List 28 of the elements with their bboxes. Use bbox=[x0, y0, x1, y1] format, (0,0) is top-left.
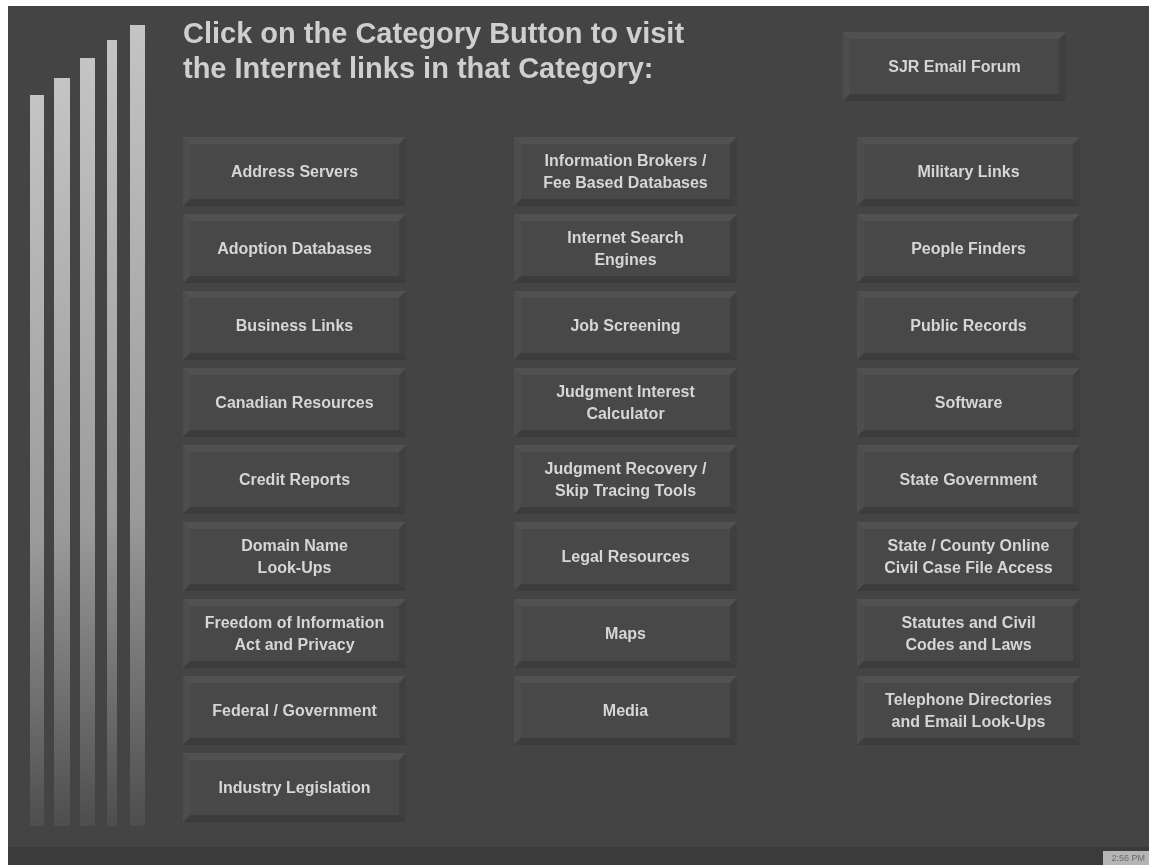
category-button[interactable]: Military Links bbox=[857, 137, 1080, 206]
clock: 2:56 PM bbox=[1103, 851, 1149, 865]
category-button[interactable]: Legal Resources bbox=[514, 522, 737, 591]
category-button[interactable]: Address Servers bbox=[183, 137, 406, 206]
category-button[interactable]: Credit Reports bbox=[183, 445, 406, 514]
category-button[interactable]: Information Brokers / Fee Based Databases bbox=[514, 137, 737, 206]
category-button[interactable]: Freedom of Information Act and Privacy bbox=[183, 599, 406, 668]
category-button[interactable]: Judgment Recovery / Skip Tracing Tools bbox=[514, 445, 737, 514]
category-button[interactable]: Business Links bbox=[183, 291, 406, 360]
category-button[interactable]: Statutes and Civil Codes and Laws bbox=[857, 599, 1080, 668]
category-button[interactable]: State Government bbox=[857, 445, 1080, 514]
category-button[interactable]: Job Screening bbox=[514, 291, 737, 360]
category-button[interactable]: Canadian Resources bbox=[183, 368, 406, 437]
page-heading: Click on the Category Button to visit the Internet links in that Category: bbox=[183, 16, 686, 86]
category-button[interactable]: Telephone Directories and Email Look-Ups bbox=[857, 676, 1080, 745]
category-button[interactable]: Public Records bbox=[857, 291, 1080, 360]
category-button[interactable]: People Finders bbox=[857, 214, 1080, 283]
category-button[interactable]: State / County Online Civil Case File Access bbox=[857, 522, 1080, 591]
category-button[interactable]: Internet Search Engines bbox=[514, 214, 737, 283]
category-button[interactable]: Media bbox=[514, 676, 737, 745]
category-button[interactable]: Domain Name Look-Ups bbox=[183, 522, 406, 591]
category-button[interactable]: Adoption Databases bbox=[183, 214, 406, 283]
forum-button[interactable]: SJR Email Forum bbox=[843, 32, 1066, 101]
category-button[interactable]: Software bbox=[857, 368, 1080, 437]
category-button[interactable]: Industry Legislation bbox=[183, 753, 406, 822]
category-button[interactable]: Federal / Government bbox=[183, 676, 406, 745]
category-button[interactable]: Judgment Interest Calculator bbox=[514, 368, 737, 437]
category-button[interactable]: Maps bbox=[514, 599, 737, 668]
